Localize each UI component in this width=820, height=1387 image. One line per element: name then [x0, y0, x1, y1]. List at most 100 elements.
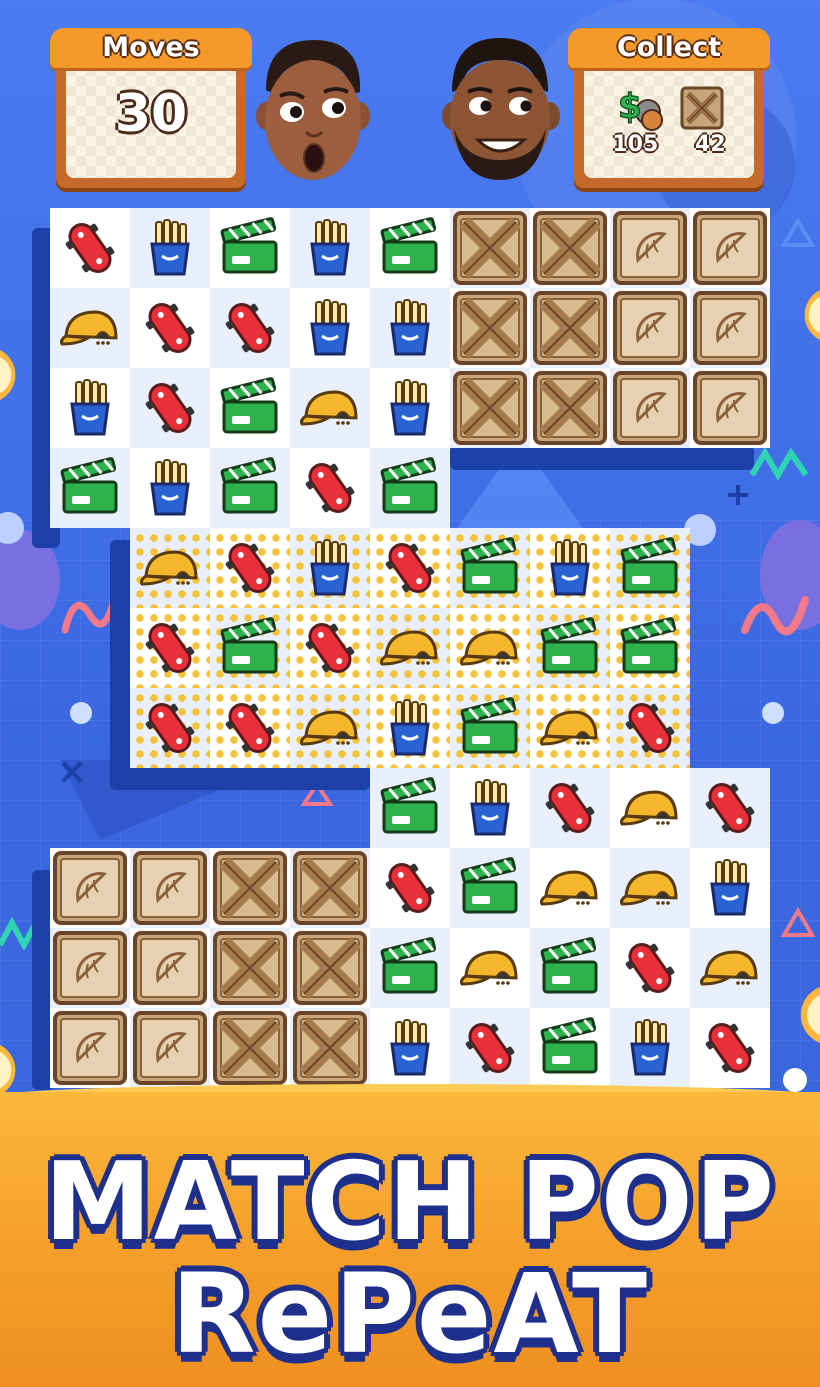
- board-tile[interactable]: [690, 768, 770, 848]
- board-tile[interactable]: [290, 288, 370, 368]
- board-tile[interactable]: [130, 928, 210, 1008]
- board-tile[interactable]: [690, 1008, 770, 1088]
- board-tile[interactable]: [210, 448, 290, 528]
- lemon-tile-icon: [133, 1011, 207, 1085]
- board-tile[interactable]: [50, 1008, 130, 1088]
- board-tile[interactable]: [530, 368, 610, 448]
- board-tile[interactable]: [530, 768, 610, 848]
- board-tile[interactable]: [210, 688, 290, 768]
- crate-icon: [293, 851, 367, 925]
- board-tile[interactable]: [290, 528, 370, 608]
- board-tile[interactable]: [610, 208, 690, 288]
- board-tile[interactable]: [610, 528, 690, 608]
- board-tile[interactable]: [50, 368, 130, 448]
- board-tile[interactable]: [130, 848, 210, 928]
- board-tile[interactable]: [50, 208, 130, 288]
- skateboard-icon: [705, 783, 755, 833]
- clapperboard-icon: [460, 857, 518, 914]
- board-tile[interactable]: [530, 1008, 610, 1088]
- board-tile[interactable]: [610, 928, 690, 1008]
- board-tile[interactable]: [530, 208, 610, 288]
- board-tile[interactable]: [290, 368, 370, 448]
- board-tile[interactable]: [130, 528, 210, 608]
- board-tile[interactable]: [130, 368, 210, 448]
- board-tile[interactable]: [690, 288, 770, 368]
- board-tile[interactable]: [450, 208, 530, 288]
- board-tile[interactable]: [130, 608, 210, 688]
- board-tile[interactable]: [130, 688, 210, 768]
- fries-icon: [470, 779, 510, 836]
- board-tile[interactable]: [290, 448, 370, 528]
- board-tile[interactable]: [210, 288, 290, 368]
- board-tile[interactable]: [130, 1008, 210, 1088]
- board-tile[interactable]: [370, 368, 450, 448]
- board-tile[interactable]: [370, 208, 450, 288]
- board-tile[interactable]: [370, 928, 450, 1008]
- board-tile[interactable]: [530, 608, 610, 688]
- board-tile[interactable]: [290, 608, 370, 688]
- skateboard-icon: [225, 303, 275, 353]
- fries-icon: [390, 299, 430, 356]
- board-tile[interactable]: [50, 448, 130, 528]
- crate-icon: [213, 851, 287, 925]
- board-tile[interactable]: [450, 368, 530, 448]
- board-tile[interactable]: [210, 608, 290, 688]
- board-tile[interactable]: [610, 768, 690, 848]
- board-tile[interactable]: [290, 688, 370, 768]
- fries-icon: [550, 539, 590, 596]
- clapperboard-icon: [620, 537, 678, 594]
- board-tile[interactable]: [530, 688, 610, 768]
- board-tile[interactable]: [50, 848, 130, 928]
- board-tile[interactable]: [210, 528, 290, 608]
- board-tile[interactable]: [210, 1008, 290, 1088]
- board-tile[interactable]: [210, 848, 290, 928]
- board-tile[interactable]: [530, 528, 610, 608]
- board-tile[interactable]: [450, 848, 530, 928]
- board-tile[interactable]: [370, 1008, 450, 1088]
- board-tile[interactable]: [530, 928, 610, 1008]
- board-tile[interactable]: [290, 208, 370, 288]
- board-tile[interactable]: [370, 848, 450, 928]
- board-tile[interactable]: [450, 1008, 530, 1088]
- clapperboard-icon: [380, 217, 438, 274]
- board-tile[interactable]: [610, 608, 690, 688]
- board-tile[interactable]: [370, 448, 450, 528]
- board-tile[interactable]: [290, 848, 370, 928]
- board-tile[interactable]: [690, 208, 770, 288]
- board-tile[interactable]: [130, 208, 210, 288]
- board-tile[interactable]: [690, 848, 770, 928]
- board-tile[interactable]: [210, 368, 290, 448]
- board-tile[interactable]: [210, 928, 290, 1008]
- board-tile[interactable]: [50, 928, 130, 1008]
- game-board: [0, 0, 820, 1100]
- board-tile[interactable]: [450, 288, 530, 368]
- board-tile[interactable]: [610, 1008, 690, 1088]
- board-tile[interactable]: [610, 288, 690, 368]
- board-tile[interactable]: [290, 928, 370, 1008]
- board-tile[interactable]: [610, 688, 690, 768]
- lemon-tile-icon: [693, 371, 767, 445]
- board-tile[interactable]: [370, 768, 450, 848]
- board-tile[interactable]: [450, 688, 530, 768]
- board-tile[interactable]: [530, 288, 610, 368]
- board-tile[interactable]: [210, 208, 290, 288]
- board-tile[interactable]: [130, 288, 210, 368]
- cap-icon: [700, 950, 758, 986]
- board-tile[interactable]: [50, 288, 130, 368]
- board-tile[interactable]: [450, 928, 530, 1008]
- board-tile[interactable]: [370, 608, 450, 688]
- board-tile[interactable]: [530, 848, 610, 928]
- board-tile[interactable]: [610, 848, 690, 928]
- board-tile[interactable]: [130, 448, 210, 528]
- board-tile[interactable]: [610, 368, 690, 448]
- board-tile[interactable]: [690, 368, 770, 448]
- board-tile[interactable]: [690, 928, 770, 1008]
- board-tile[interactable]: [450, 768, 530, 848]
- board-tile[interactable]: [450, 608, 530, 688]
- board-tile[interactable]: [370, 528, 450, 608]
- board-tile[interactable]: [450, 528, 530, 608]
- board-tile[interactable]: [290, 1008, 370, 1088]
- board-tile[interactable]: [370, 688, 450, 768]
- board-tile[interactable]: [370, 288, 450, 368]
- cap-icon: [300, 390, 358, 426]
